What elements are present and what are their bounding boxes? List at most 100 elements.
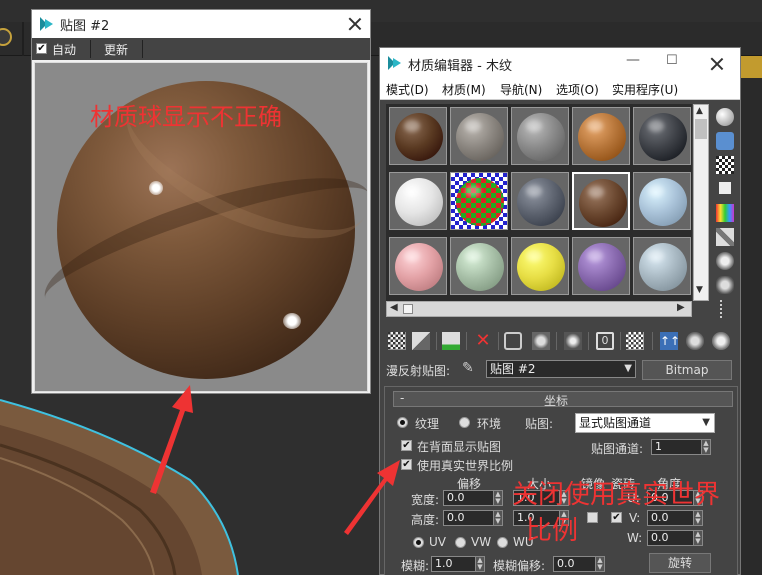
sample-type-sphere-icon[interactable] [716, 108, 734, 126]
put-to-library-icon[interactable] [564, 332, 582, 350]
mapping-dropdown[interactable]: 显式贴图通道 ▼ [575, 413, 715, 433]
make-preview-icon[interactable] [716, 228, 734, 246]
menu-utilities[interactable]: 实用程序(U) [612, 81, 678, 98]
material-map-navigator-icon[interactable] [720, 300, 730, 318]
material-editor-toolbar: ✕ 0 ↑↑ [386, 330, 736, 352]
specular-highlight [588, 186, 604, 198]
material-slot[interactable] [633, 237, 691, 295]
v-angle-spinner[interactable]: 0.0 ▲ ▼ [647, 510, 703, 526]
material-slot[interactable] [572, 107, 630, 165]
eyedropper-icon[interactable]: ✎ [462, 360, 474, 376]
3dsmax-logo-icon [40, 17, 54, 31]
material-slot[interactable] [633, 107, 691, 165]
go-forward-to-sibling-icon[interactable] [712, 332, 730, 350]
go-to-parent-icon[interactable] [686, 332, 704, 350]
show-shaded-map-icon[interactable] [626, 332, 644, 350]
assign-to-selection-icon[interactable] [442, 332, 460, 350]
material-sample-sphere [578, 113, 626, 161]
blur-spinner[interactable]: 1.0 ▲ ▼ [431, 556, 485, 572]
annotation-line-1: 关闭使用真实世界 [512, 480, 721, 510]
put-to-scene-icon[interactable] [412, 332, 430, 350]
delete-icon[interactable]: ✕ [474, 332, 492, 350]
rotate-button[interactable]: 旋转 [649, 553, 711, 573]
make-unique-icon[interactable] [532, 332, 550, 350]
warning-annotation: 材质球显示不正确 [90, 103, 282, 131]
show-end-result-icon[interactable]: ↑↑ [660, 332, 680, 350]
backlight-icon[interactable] [716, 132, 734, 150]
menu-options[interactable]: 选项(O) [556, 81, 599, 98]
toolbar-divider [652, 332, 653, 350]
specular-highlight [526, 185, 542, 197]
real-world-scale-checkbox[interactable]: ✔ [401, 459, 412, 470]
video-color-check-icon[interactable] [716, 204, 734, 222]
copy-material-icon[interactable] [504, 332, 522, 350]
material-sample-sphere [456, 243, 504, 291]
w-angle-spinner[interactable]: 0.0 ▲ ▼ [647, 530, 703, 546]
material-slot[interactable] [511, 172, 569, 230]
environ-radio[interactable] [459, 417, 470, 428]
specular-highlight [404, 185, 420, 197]
map-type-button[interactable]: Bitmap [642, 360, 732, 380]
auto-checkbox[interactable]: ✔ [36, 43, 47, 54]
width-label: 宽度: [411, 493, 440, 507]
rollout-header[interactable]: - 坐标 [393, 391, 733, 408]
toolbar-divider [142, 40, 143, 58]
close-icon[interactable] [348, 17, 362, 31]
sample-uv-tiling-icon[interactable] [719, 182, 731, 194]
material-slot[interactable] [572, 172, 630, 230]
channel-spinner[interactable]: 1 ▲ ▼ [651, 439, 711, 455]
menu-navigation[interactable]: 导航(N) [500, 81, 542, 98]
slot-horizontal-scrollbar[interactable]: ◀ ▶ [386, 301, 692, 317]
toolbar-divider [588, 332, 589, 350]
side-toolbar [712, 104, 738, 324]
material-slot[interactable] [450, 172, 508, 230]
slot-vertical-scrollbar[interactable]: ▼ ▲ [693, 104, 709, 301]
map-window-titlebar[interactable]: 贴图 #2 [32, 10, 370, 38]
get-material-icon[interactable] [388, 332, 406, 350]
width-offset-spinner[interactable]: 0.0 ▲ ▼ [443, 490, 503, 506]
background-checker-icon[interactable] [716, 156, 734, 174]
material-slot[interactable] [389, 237, 447, 295]
material-slot[interactable] [511, 237, 569, 295]
close-icon[interactable] [710, 57, 724, 71]
maximize-icon[interactable]: ☐ [666, 53, 678, 68]
texture-radio[interactable] [397, 417, 408, 428]
material-editor-titlebar[interactable]: 材质编辑器 - 木纹 — ☐ [380, 48, 740, 78]
mirror-checkbox[interactable] [587, 512, 598, 523]
scroll-thumb[interactable] [695, 119, 707, 139]
height-offset-spinner[interactable]: 0.0 ▲ ▼ [443, 510, 503, 526]
material-slot[interactable] [450, 237, 508, 295]
map-preview-window[interactable]: 贴图 #2 ✔ 自动 更新 材质球显示不正确 [31, 9, 371, 394]
menu-mode[interactable]: 模式(D) [386, 81, 429, 98]
material-slot[interactable] [633, 172, 691, 230]
toolbar-divider [498, 332, 499, 350]
menu-material[interactable]: 材质(M) [442, 81, 486, 98]
scroll-down-icon[interactable]: ▼ [696, 285, 703, 295]
specular-highlight [587, 120, 603, 132]
map-name-field[interactable]: 贴图 #2 ▼ [486, 360, 636, 378]
material-slot[interactable] [511, 107, 569, 165]
wu-radio[interactable] [497, 537, 508, 548]
material-slot[interactable] [389, 172, 447, 230]
blur-offset-spinner[interactable]: 0.0 ▲ ▼ [553, 556, 605, 572]
scroll-thumb[interactable] [403, 304, 413, 314]
minimize-icon[interactable]: — [626, 52, 640, 68]
uv-radio[interactable] [413, 537, 424, 548]
3dsmax-logo-icon [388, 56, 402, 70]
select-by-material-icon[interactable] [716, 276, 734, 294]
material-editor-menubar: 模式(D) 材质(M) 导航(N) 选项(O) 实用程序(U) [380, 78, 740, 100]
material-slot[interactable] [389, 107, 447, 165]
scroll-up-icon[interactable]: ▲ [696, 106, 703, 116]
scroll-left-icon[interactable]: ◀ [390, 302, 398, 313]
collapse-icon[interactable]: - [400, 391, 404, 405]
material-slot[interactable] [572, 237, 630, 295]
options-icon[interactable] [716, 252, 734, 270]
channel-label: 贴图通道: [591, 442, 644, 456]
material-id-icon[interactable]: 0 [596, 332, 614, 350]
vw-radio[interactable] [455, 537, 466, 548]
scroll-right-icon[interactable]: ▶ [677, 302, 685, 313]
show-back-checkbox[interactable]: ✔ [401, 440, 412, 451]
material-slot[interactable] [450, 107, 508, 165]
tile-checkbox[interactable]: ✔ [611, 512, 622, 523]
update-button[interactable]: 更新 [104, 41, 128, 58]
